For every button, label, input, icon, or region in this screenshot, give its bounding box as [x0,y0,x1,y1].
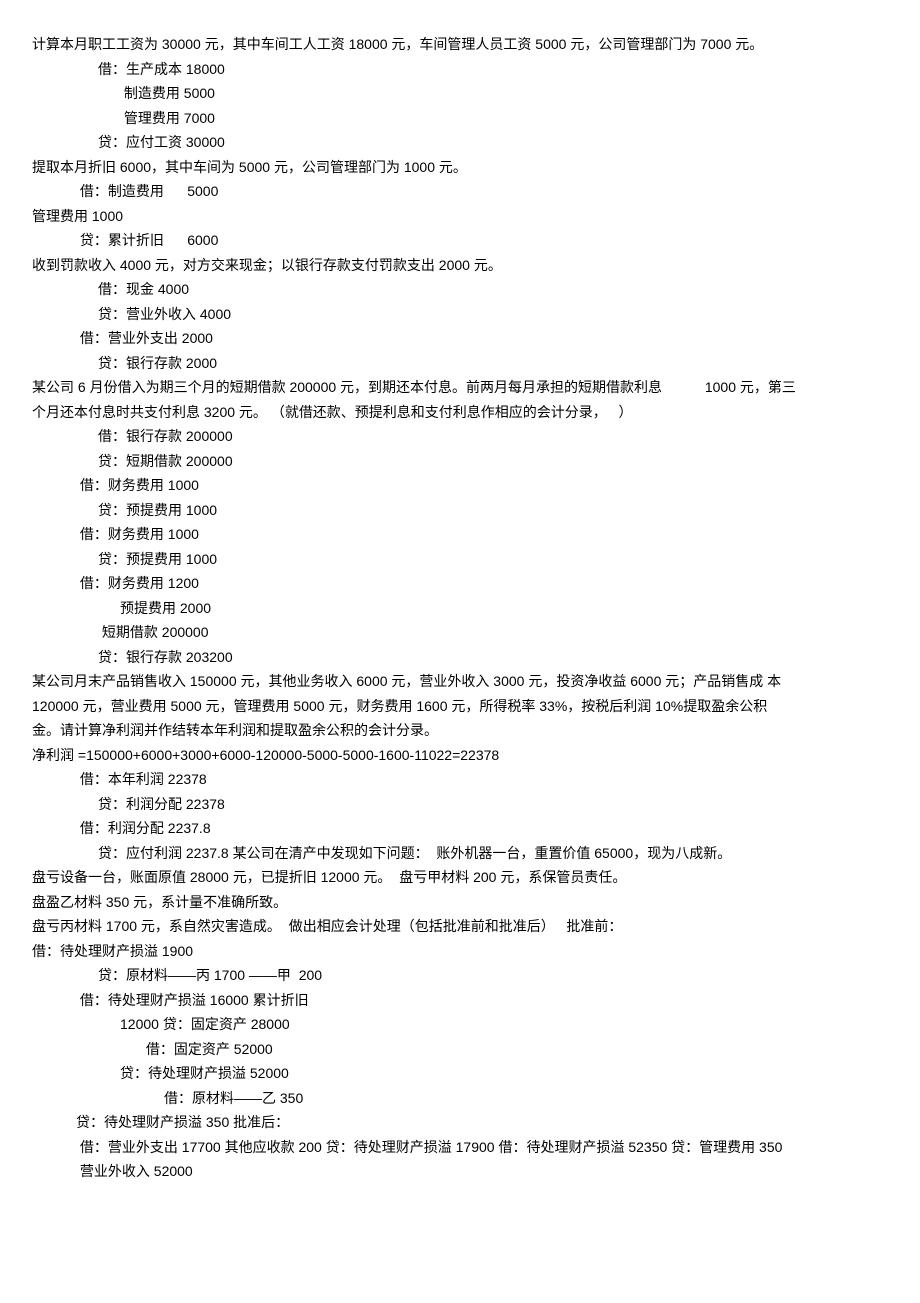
text-line: 借：待处理财产损溢 16000 累计折旧 [32,988,888,1013]
text-line: 借：银行存款 200000 [32,424,888,449]
text-line: 借：生产成本 18000 [32,57,888,82]
text-line: 贷：待处理财产损溢 52000 [32,1061,888,1086]
text-line: 贷：银行存款 2000 [32,351,888,376]
text-line: 贷：累计折旧 6000 [32,228,888,253]
text-line: 盘亏丙材料 1700 元，系自然灾害造成。 做出相应会计处理（包括批准前和批准后… [32,914,888,939]
text-line: 收到罚款收入 4000 元，对方交来现金；以银行存款支付罚款支出 2000 元。 [32,253,888,278]
text-line: 贷：银行存款 203200 [32,645,888,670]
text-line: 借：原材料——乙 350 [32,1086,888,1111]
text-line: 借：固定资产 52000 [32,1037,888,1062]
text-line: 管理费用 1000 [32,204,888,229]
text-line: 贷：原材料——丙 1700 ——甲 200 [32,963,888,988]
text-line: 管理费用 7000 [32,106,888,131]
text-line: 营业外收入 52000 [32,1159,888,1184]
text-line: 净利润 =150000+6000+3000+6000-120000-5000-5… [32,743,888,768]
text-line: 个月还本付息时共支付利息 3200 元。 （就借还款、预提利息和支付利息作相应的… [32,400,888,425]
text-line: 制造费用 5000 [32,81,888,106]
text-line: 借：现金 4000 [32,277,888,302]
text-line: 贷：预提费用 1000 [32,498,888,523]
text-line: 借：财务费用 1000 [32,473,888,498]
text-line: 某公司月末产品销售收入 150000 元，其他业务收入 6000 元，营业外收入… [32,669,888,694]
document-body: 计算本月职工工资为 30000 元，其中车间工人工资 18000 元，车间管理人… [32,32,888,1184]
text-line: 借：本年利润 22378 [32,767,888,792]
text-line: 贷：营业外收入 4000 [32,302,888,327]
text-line: 贷：待处理财产损溢 350 批准后： [32,1110,888,1135]
text-line: 贷：预提费用 1000 [32,547,888,572]
text-line: 借：营业外支出 17700 其他应收款 200 贷：待处理财产损溢 17900 … [32,1135,888,1160]
text-line: 贷：短期借款 200000 [32,449,888,474]
text-line: 计算本月职工工资为 30000 元，其中车间工人工资 18000 元，车间管理人… [32,32,888,57]
text-line: 预提费用 2000 [32,596,888,621]
text-line: 某公司 6 月份借入为期三个月的短期借款 200000 元，到期还本付息。前两月… [32,375,888,400]
text-line: 提取本月折旧 6000，其中车间为 5000 元，公司管理部门为 1000 元。 [32,155,888,180]
text-line: 借：利润分配 2237.8 [32,816,888,841]
text-line: 借：制造费用 5000 [32,179,888,204]
text-line: 借：财务费用 1000 [32,522,888,547]
text-line: 贷：应付工资 30000 [32,130,888,155]
text-line: 金。请计算净利润并作结转本年利润和提取盈余公积的会计分录。 [32,718,888,743]
text-line: 短期借款 200000 [32,620,888,645]
text-line: 借：待处理财产损溢 1900 [32,939,888,964]
text-line: 盘盈乙材料 350 元，系计量不准确所致。 [32,890,888,915]
text-line: 12000 贷：固定资产 28000 [32,1012,888,1037]
text-line: 借：营业外支出 2000 [32,326,888,351]
text-line: 贷：应付利润 2237.8 某公司在清产中发现如下问题： 账外机器一台，重置价值… [32,841,888,866]
text-line: 贷：利润分配 22378 [32,792,888,817]
text-line: 借：财务费用 1200 [32,571,888,596]
text-line: 120000 元，营业费用 5000 元，管理费用 5000 元，财务费用 16… [32,694,888,719]
text-line: 盘亏设备一台，账面原值 28000 元，已提折旧 12000 元。 盘亏甲材料 … [32,865,888,890]
